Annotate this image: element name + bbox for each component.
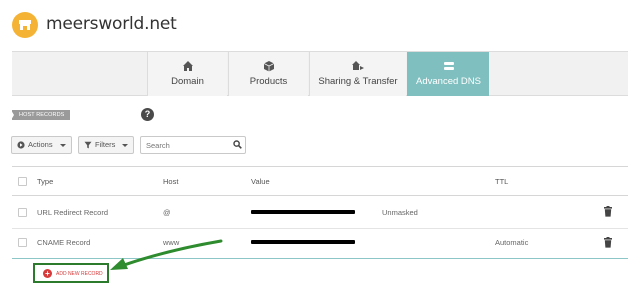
record-host[interactable]: @	[163, 208, 171, 217]
tab-products-label: Products	[249, 76, 288, 87]
play-circle-icon	[17, 141, 25, 149]
site-header: meersworld.net	[0, 0, 640, 50]
server-icon	[443, 62, 454, 70]
row-checkbox[interactable]	[18, 238, 27, 247]
redacted-value	[251, 240, 355, 244]
divider	[12, 195, 628, 196]
share-icon	[352, 61, 364, 70]
redacted-value	[251, 210, 355, 214]
actions-dropdown[interactable]: Actions	[11, 136, 72, 154]
plus-circle-icon: +	[43, 269, 52, 278]
actions-label: Actions	[28, 140, 53, 149]
trash-icon[interactable]	[603, 237, 613, 248]
box-icon	[263, 61, 274, 72]
divider	[12, 166, 628, 167]
tab-sharing-label: Sharing & Transfer	[318, 76, 398, 87]
chevron-down-icon	[122, 144, 128, 147]
filter-icon	[84, 141, 92, 149]
search-input[interactable]	[140, 136, 246, 154]
column-header-type: Type	[37, 177, 54, 186]
add-new-record-label: ADD NEW RECORD	[56, 271, 103, 277]
tab-sharing-transfer[interactable]: Sharing & Transfer	[309, 52, 406, 96]
divider	[12, 258, 628, 259]
record-ttl[interactable]: Automatic	[495, 238, 528, 247]
trash-icon[interactable]	[603, 206, 613, 217]
redirect-mode[interactable]: Unmasked	[382, 208, 418, 217]
tab-advanced-dns[interactable]: Advanced DNS	[407, 52, 489, 96]
annotation-arrow	[110, 239, 223, 270]
tab-domain[interactable]: Domain	[147, 52, 227, 96]
tab-domain-label: Domain	[171, 76, 204, 87]
record-type: URL Redirect Record	[37, 208, 108, 217]
row-checkbox[interactable]	[18, 208, 27, 217]
select-all-checkbox[interactable]	[18, 177, 27, 186]
storefront-icon	[12, 12, 38, 38]
column-header-host: Host	[163, 177, 179, 186]
domain-tabs: Domain Products Sharing & Transfer Advan…	[12, 51, 628, 96]
column-header-value: Value	[251, 177, 270, 186]
filters-label: Filters	[95, 140, 116, 149]
home-icon	[182, 61, 193, 71]
add-new-record-button[interactable]: + ADD NEW RECORD	[33, 263, 109, 283]
tab-products[interactable]: Products	[228, 52, 308, 96]
divider	[12, 228, 628, 229]
host-records-title: HOST RECORDS	[10, 110, 71, 120]
search-icon[interactable]	[233, 140, 242, 149]
chevron-down-icon	[60, 144, 66, 147]
column-header-ttl: TTL	[495, 177, 509, 186]
site-title: meersworld.net	[46, 14, 177, 34]
filters-dropdown[interactable]: Filters	[78, 136, 134, 154]
tab-dns-label: Advanced DNS	[416, 76, 481, 87]
help-icon[interactable]: ?	[141, 108, 154, 121]
record-type: CNAME Record	[37, 238, 91, 247]
